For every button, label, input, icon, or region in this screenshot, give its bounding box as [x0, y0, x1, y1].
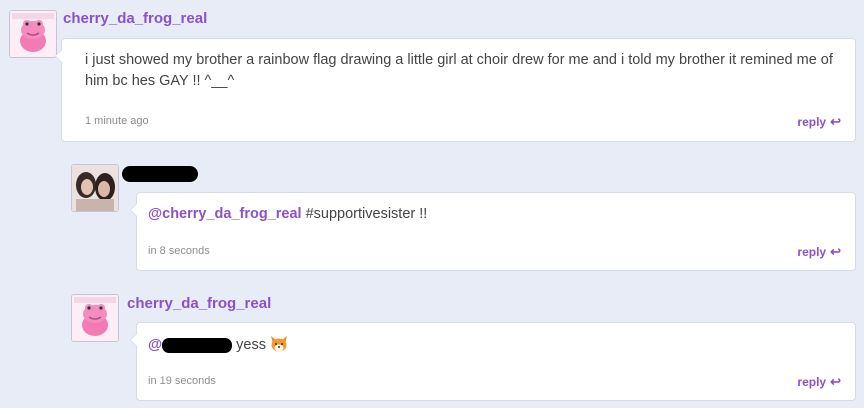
- reply-button[interactable]: reply ↩: [797, 374, 841, 390]
- reply-button[interactable]: reply ↩: [797, 114, 841, 130]
- reply-label: reply: [797, 115, 827, 129]
- comment-timestamp: 1 minute ago: [85, 115, 149, 127]
- mention-redacted: [162, 337, 233, 353]
- comment-text: #supportivesister !!: [305, 206, 428, 222]
- fox-face-emoji-icon: [270, 335, 288, 359]
- frog-plush-avatar[interactable]: [71, 294, 119, 342]
- reply-arrow-icon: ↩: [830, 374, 841, 389]
- username-redacted: [122, 166, 198, 182]
- reply-label: reply: [797, 245, 827, 259]
- photo-avatar[interactable]: [71, 164, 119, 212]
- reply-label: reply: [797, 375, 827, 389]
- comment-text: yess: [236, 337, 266, 353]
- comment-username[interactable]: cherry_da_frog_real: [127, 295, 271, 312]
- comment-timestamp: in 19 seconds: [148, 375, 216, 387]
- comment-timestamp: in 8 seconds: [148, 245, 210, 257]
- comment-bubble: @ yess in 19 seconds reply ↩: [130, 322, 856, 401]
- reply-arrow-icon: ↩: [830, 244, 841, 259]
- mention-link[interactable]: @cherry_da_frog_real: [148, 206, 302, 222]
- comment-bubble: @cherry_da_frog_real #supportivesister !…: [130, 192, 856, 271]
- comment-username[interactable]: cherry_da_frog_real: [63, 10, 207, 27]
- reply-arrow-icon: ↩: [830, 114, 841, 129]
- frog-plush-avatar[interactable]: [9, 10, 57, 58]
- comment-text-line: @cherry_da_frog_real #supportivesister !…: [148, 204, 427, 225]
- comment-text: i just showed my brother a rainbow flag …: [85, 52, 833, 89]
- reply-button[interactable]: reply ↩: [797, 244, 841, 260]
- comment-text-line: @ yess: [148, 335, 288, 359]
- mention-link[interactable]: @: [148, 337, 162, 353]
- comment-bubble: i just showed my brother a rainbow flag …: [55, 38, 856, 142]
